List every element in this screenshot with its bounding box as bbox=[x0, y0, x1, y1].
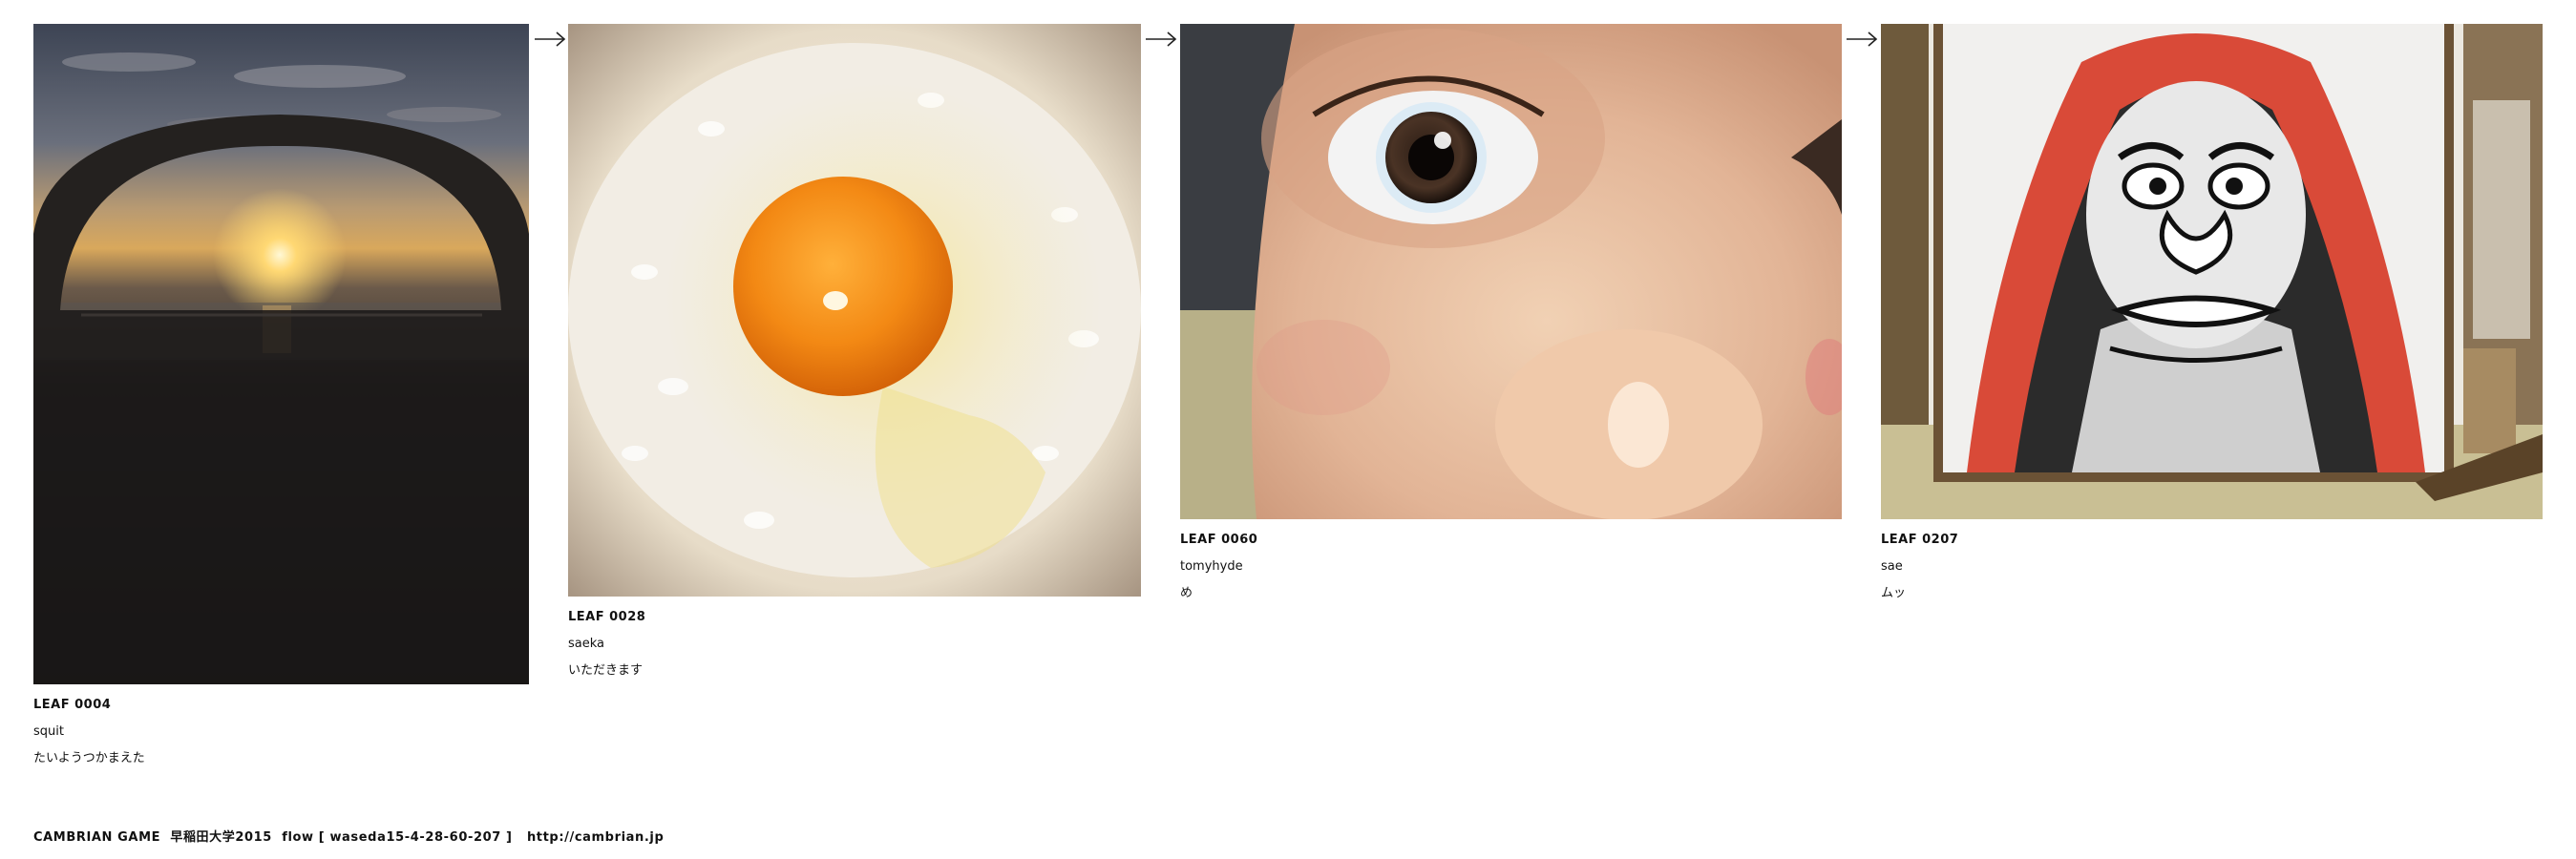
leaf-photo-0004[interactable] bbox=[33, 24, 529, 684]
leaf-comment: ムッ bbox=[1881, 586, 1907, 600]
leaf-author[interactable]: squit bbox=[33, 724, 529, 740]
leaf-id[interactable]: LEAF 0028 bbox=[568, 610, 1141, 625]
sunset-arch-photo bbox=[33, 24, 529, 684]
footer-text: CAMBRIAN GAME 早稲田大学2015 flow [ waseda15-… bbox=[33, 830, 513, 845]
daruma-banner-photo bbox=[1881, 24, 2543, 519]
leaf-author[interactable]: tomyhyde bbox=[1180, 559, 1842, 575]
site-footer: CAMBRIAN GAME 早稲田大学2015 flow [ waseda15-… bbox=[33, 827, 664, 845]
leaf-id[interactable]: LEAF 0060 bbox=[1180, 533, 1842, 548]
leaf-id[interactable]: LEAF 0004 bbox=[33, 698, 529, 713]
leaf-card-0207: LEAF 0207 sae ムッ bbox=[1881, 24, 2543, 601]
egg-on-rice-photo bbox=[568, 24, 1141, 597]
leaf-author[interactable]: sae bbox=[1881, 559, 2543, 575]
leaf-photo-0060[interactable] bbox=[1180, 24, 1842, 519]
right-arrow-icon bbox=[1847, 31, 1878, 47]
leaf-card-0004: LEAF 0004 squit たいようつかまえた bbox=[33, 24, 529, 766]
leaf-comment: たいようつかまえた bbox=[33, 751, 145, 765]
leaf-card-0060: LEAF 0060 tomyhyde め bbox=[1180, 24, 1842, 601]
leaf-id[interactable]: LEAF 0207 bbox=[1881, 533, 2543, 548]
leaf-author[interactable]: saeka bbox=[568, 637, 1141, 652]
leaf-comment: いただきます bbox=[568, 663, 644, 678]
eye-closeup-photo bbox=[1180, 24, 1842, 519]
right-arrow-icon bbox=[535, 31, 566, 47]
footer-link[interactable]: http://cambrian.jp bbox=[527, 830, 664, 845]
leaf-comment: め bbox=[1180, 586, 1193, 600]
leaf-photo-0207[interactable] bbox=[1881, 24, 2543, 519]
leaf-card-0028: LEAF 0028 saeka いただきます bbox=[568, 24, 1141, 679]
right-arrow-icon bbox=[1146, 31, 1177, 47]
leaf-photo-0028[interactable] bbox=[568, 24, 1141, 597]
